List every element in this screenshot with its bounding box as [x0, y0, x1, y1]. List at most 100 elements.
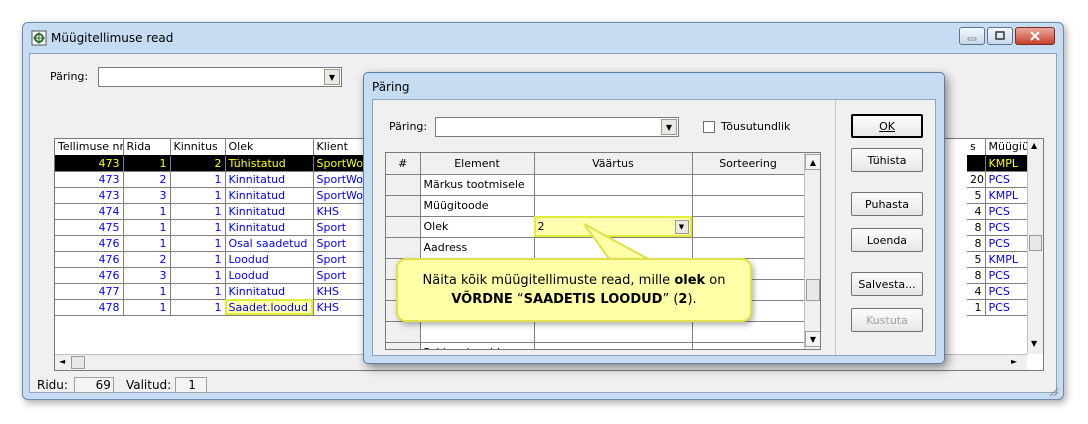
status-cell-highlighted[interactable]: Saadet.loodud: [225, 299, 314, 316]
row-header[interactable]: [386, 342, 421, 349]
resize-grip-icon[interactable]: [1047, 385, 1059, 397]
scroll-down-icon[interactable]: ▼: [1031, 339, 1037, 348]
column-header[interactable]: Tellimuse nr.: [55, 139, 124, 156]
sort-cell[interactable]: [692, 342, 805, 349]
element-cell[interactable]: Märkus tootmisele: [420, 174, 535, 196]
close-button[interactable]: [1015, 27, 1055, 45]
table-row[interactable]: 8 PCS: [967, 235, 1028, 252]
element-cell[interactable]: Pakkumise rida: [420, 342, 535, 349]
table-row[interactable]: KMPL: [967, 155, 1028, 172]
unit-cell[interactable]: PCS: [985, 283, 1028, 300]
table-row[interactable]: 478 1 1 Saadet.loodud KHS: [55, 299, 392, 316]
column-header[interactable]: Müügiüh: [985, 139, 1028, 156]
table-row[interactable]: 476 3 1 Loodud Sport: [55, 267, 392, 284]
row-cell[interactable]: 1: [123, 235, 171, 252]
unit-cell[interactable]: KMPL: [985, 155, 1028, 172]
table-row[interactable]: Müügitoode: [386, 195, 805, 217]
quantity-cell[interactable]: 1: [967, 299, 986, 316]
save-button[interactable]: Salvesta...: [851, 272, 923, 296]
table-row[interactable]: 8 PCS: [967, 219, 1028, 236]
order-number-cell[interactable]: 477: [55, 283, 124, 300]
quantity-cell[interactable]: 8: [967, 235, 986, 252]
table-row[interactable]: 473 2 1 Kinnitatud SportWor: [55, 171, 392, 188]
order-number-cell[interactable]: 476: [55, 267, 124, 284]
order-number-cell[interactable]: 473: [55, 171, 124, 188]
row-header[interactable]: [386, 174, 421, 196]
status-cell[interactable]: Kinnitatud: [225, 219, 314, 236]
confirmation-cell[interactable]: 1: [170, 251, 226, 268]
confirmation-cell[interactable]: 1: [170, 299, 226, 316]
unit-cell[interactable]: PCS: [985, 219, 1028, 236]
status-cell[interactable]: Loodud: [225, 267, 314, 284]
status-cell[interactable]: Kinnitatud: [225, 187, 314, 204]
table-row[interactable]: 1 PCS: [967, 299, 1028, 316]
ascending-checkbox[interactable]: [703, 121, 715, 133]
quantity-cell[interactable]: 5: [967, 187, 986, 204]
order-number-cell[interactable]: 476: [55, 235, 124, 252]
sort-cell[interactable]: [692, 321, 805, 343]
column-header[interactable]: Olek: [225, 139, 314, 156]
chevron-down-icon[interactable]: ▼: [674, 219, 689, 234]
confirmation-cell[interactable]: 1: [170, 203, 226, 220]
sort-cell[interactable]: [692, 174, 805, 196]
table-row[interactable]: 20 PCS: [967, 171, 1028, 188]
scroll-down-icon[interactable]: ▼: [805, 331, 820, 347]
query-select[interactable]: ▼: [98, 67, 342, 87]
row-cell[interactable]: 1: [123, 155, 171, 172]
unit-cell[interactable]: PCS: [985, 171, 1028, 188]
table-row[interactable]: 477 1 1 Kinnitatud KHS: [55, 283, 392, 300]
conditions-scrollbar[interactable]: ▲ ▼: [804, 153, 820, 349]
order-number-cell[interactable]: 473: [55, 155, 124, 172]
row-cell[interactable]: 1: [123, 203, 171, 220]
row-cell[interactable]: 2: [123, 171, 171, 188]
row-header[interactable]: [386, 321, 421, 343]
vertical-scrollbar[interactable]: ▲ ▼: [1027, 139, 1043, 354]
chevron-down-icon[interactable]: ▼: [661, 119, 677, 135]
order-number-cell[interactable]: 473: [55, 187, 124, 204]
unit-cell[interactable]: PCS: [985, 267, 1028, 284]
status-cell[interactable]: Kinnitatud: [225, 283, 314, 300]
element-cell[interactable]: Aadress: [420, 237, 535, 259]
quantity-cell[interactable]: 20: [967, 171, 986, 188]
status-cell[interactable]: Osal saadetud: [225, 235, 314, 252]
table-row[interactable]: 8 PCS: [967, 267, 1028, 284]
minimize-button[interactable]: [959, 27, 985, 45]
list-button[interactable]: Loenda: [851, 228, 923, 252]
quantity-cell[interactable]: 5: [967, 251, 986, 268]
scrollbar-thumb[interactable]: [806, 279, 820, 301]
clear-button[interactable]: Puhasta: [851, 192, 923, 216]
table-row[interactable]: 5 KMPL: [967, 251, 1028, 268]
h-scrollbar-thumb[interactable]: [71, 356, 85, 369]
scrollbar-thumb[interactable]: [1029, 235, 1042, 251]
sort-cell[interactable]: [692, 195, 805, 217]
dialog-query-select[interactable]: ▼: [435, 117, 679, 137]
order-number-cell[interactable]: 476: [55, 251, 124, 268]
order-number-cell[interactable]: 475: [55, 219, 124, 236]
table-row[interactable]: Märkus tootmisele: [386, 174, 805, 196]
cancel-button[interactable]: Tühista: [851, 148, 923, 172]
table-row[interactable]: Pakkumise rida: [386, 342, 805, 349]
row-cell[interactable]: 3: [123, 187, 171, 204]
status-cell[interactable]: Loodud: [225, 251, 314, 268]
status-cell[interactable]: Tühistatud: [225, 155, 314, 172]
column-header[interactable]: Rida: [123, 139, 171, 156]
scroll-left-icon[interactable]: ◄: [59, 357, 65, 366]
row-header[interactable]: [386, 195, 421, 217]
confirmation-cell[interactable]: 1: [170, 267, 226, 284]
status-cell[interactable]: Kinnitatud: [225, 171, 314, 188]
table-row[interactable]: 473 3 1 Kinnitatud SportWor: [55, 187, 392, 204]
row-cell[interactable]: 1: [123, 219, 171, 236]
row-cell[interactable]: 2: [123, 251, 171, 268]
confirmation-cell[interactable]: 1: [170, 283, 226, 300]
quantity-cell[interactable]: 4: [967, 283, 986, 300]
chevron-down-icon[interactable]: ▼: [324, 69, 340, 85]
maximize-button[interactable]: [987, 27, 1013, 45]
row-cell[interactable]: 1: [123, 299, 171, 316]
scroll-up-icon[interactable]: ▲: [1031, 141, 1037, 150]
scroll-up-icon[interactable]: ▲: [805, 154, 820, 170]
value-cell[interactable]: [534, 342, 693, 349]
sort-cell[interactable]: [692, 237, 805, 259]
table-row[interactable]: [386, 321, 805, 343]
order-number-cell[interactable]: 474: [55, 203, 124, 220]
status-cell[interactable]: Kinnitatud: [225, 203, 314, 220]
